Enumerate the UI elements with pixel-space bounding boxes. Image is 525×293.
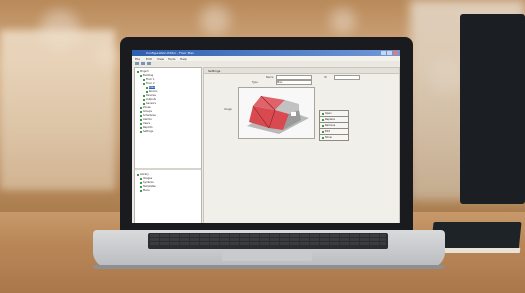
- folder-icon: [140, 118, 142, 121]
- tree-item[interactable]: Building: [140, 74, 153, 77]
- maximize-icon[interactable]: [387, 51, 392, 55]
- toolbar: [132, 61, 400, 66]
- floor-plan-drawing: [239, 88, 314, 138]
- minimize-icon[interactable]: [381, 51, 386, 55]
- show-icon: [322, 136, 324, 139]
- folder-icon: [140, 185, 142, 188]
- folder-icon: [143, 94, 145, 97]
- tree-item[interactable]: Sensors: [143, 102, 156, 105]
- folder-icon: [146, 86, 148, 89]
- window-title: Configuration Editor - Floor Plan: [146, 51, 194, 55]
- tree-item[interactable]: Rooms: [146, 90, 157, 93]
- tree-splitter[interactable]: [135, 168, 201, 170]
- floor-plan-image: [238, 87, 315, 139]
- bokeh-light: [200, 5, 230, 35]
- bokeh-light: [330, 8, 356, 34]
- edit-icon: [322, 130, 324, 133]
- trackpad: [222, 251, 312, 261]
- show-button[interactable]: Show: [319, 134, 349, 141]
- tree-item[interactable]: Devices: [143, 94, 156, 97]
- folder-icon: [146, 90, 148, 93]
- folder-icon: [143, 102, 145, 105]
- tree-item[interactable]: Plans: [140, 189, 150, 192]
- tree-item[interactable]: Alarms: [140, 118, 152, 121]
- folder-icon: [143, 78, 145, 81]
- folder-icon: [137, 173, 139, 176]
- image-label: Image: [224, 108, 232, 111]
- photo-scene: Configuration Editor - Floor Plan File E…: [0, 0, 525, 293]
- replace-icon: [322, 118, 324, 121]
- folder-icon: [140, 114, 142, 117]
- tree-item[interactable]: Library: [137, 173, 149, 176]
- folder-icon: [143, 98, 145, 101]
- type-select[interactable]: Plan: [276, 80, 312, 85]
- save-icon[interactable]: [147, 62, 151, 65]
- folder-icon: [140, 181, 142, 184]
- laptop-screen: Configuration Editor - Floor Plan File E…: [132, 50, 400, 223]
- folder-icon: [140, 122, 142, 125]
- tree-item[interactable]: Settings: [140, 130, 153, 133]
- close-icon[interactable]: [393, 51, 398, 55]
- tree-item[interactable]: Reports: [140, 126, 153, 129]
- folder-icon: [140, 189, 142, 192]
- tree-item[interactable]: Groups: [140, 110, 152, 113]
- id-label: ID: [324, 76, 327, 79]
- tree-item-selected[interactable]: Area: [146, 86, 155, 89]
- background-monitor: [460, 14, 525, 204]
- tree-item[interactable]: Outputs: [143, 98, 156, 101]
- remove-icon: [322, 124, 324, 127]
- new-icon[interactable]: [135, 62, 139, 65]
- folder-icon: [140, 110, 142, 113]
- notebook-pages: [431, 248, 521, 253]
- panel-header: Settings: [204, 68, 399, 74]
- type-label: Type: [252, 81, 258, 84]
- tree-item[interactable]: Schedules: [140, 114, 156, 117]
- open-icon: [322, 112, 324, 115]
- open-icon[interactable]: [141, 62, 145, 65]
- tree-item[interactable]: Templates: [140, 185, 156, 188]
- name-label: Name: [266, 76, 274, 79]
- tree-item[interactable]: Zones: [140, 106, 151, 109]
- folder-icon: [140, 74, 142, 77]
- tree-item[interactable]: Floor 2: [143, 82, 155, 85]
- tree-item[interactable]: Project: [137, 70, 149, 73]
- id-field[interactable]: [334, 75, 360, 80]
- project-tree: Project Building Floor 1 Floor 2 Area Ro…: [134, 67, 202, 223]
- folder-icon: [140, 130, 142, 133]
- tree-item[interactable]: Symbols: [140, 181, 154, 184]
- tree-item[interactable]: Images: [140, 177, 152, 180]
- folder-icon: [137, 70, 139, 73]
- settings-panel: Settings Name Type Plan ID Image Open Re…: [203, 67, 400, 223]
- keyboard: [148, 233, 388, 249]
- laptop-foot: [93, 265, 445, 269]
- folder-icon: [143, 82, 145, 85]
- folder-icon: [140, 126, 142, 129]
- panel-title: Settings: [208, 69, 221, 73]
- tree-item[interactable]: Users: [140, 122, 150, 125]
- background-shelf: [0, 30, 115, 190]
- folder-icon: [140, 177, 142, 180]
- folder-icon: [140, 106, 142, 109]
- tree-item[interactable]: Floor 1: [143, 78, 155, 81]
